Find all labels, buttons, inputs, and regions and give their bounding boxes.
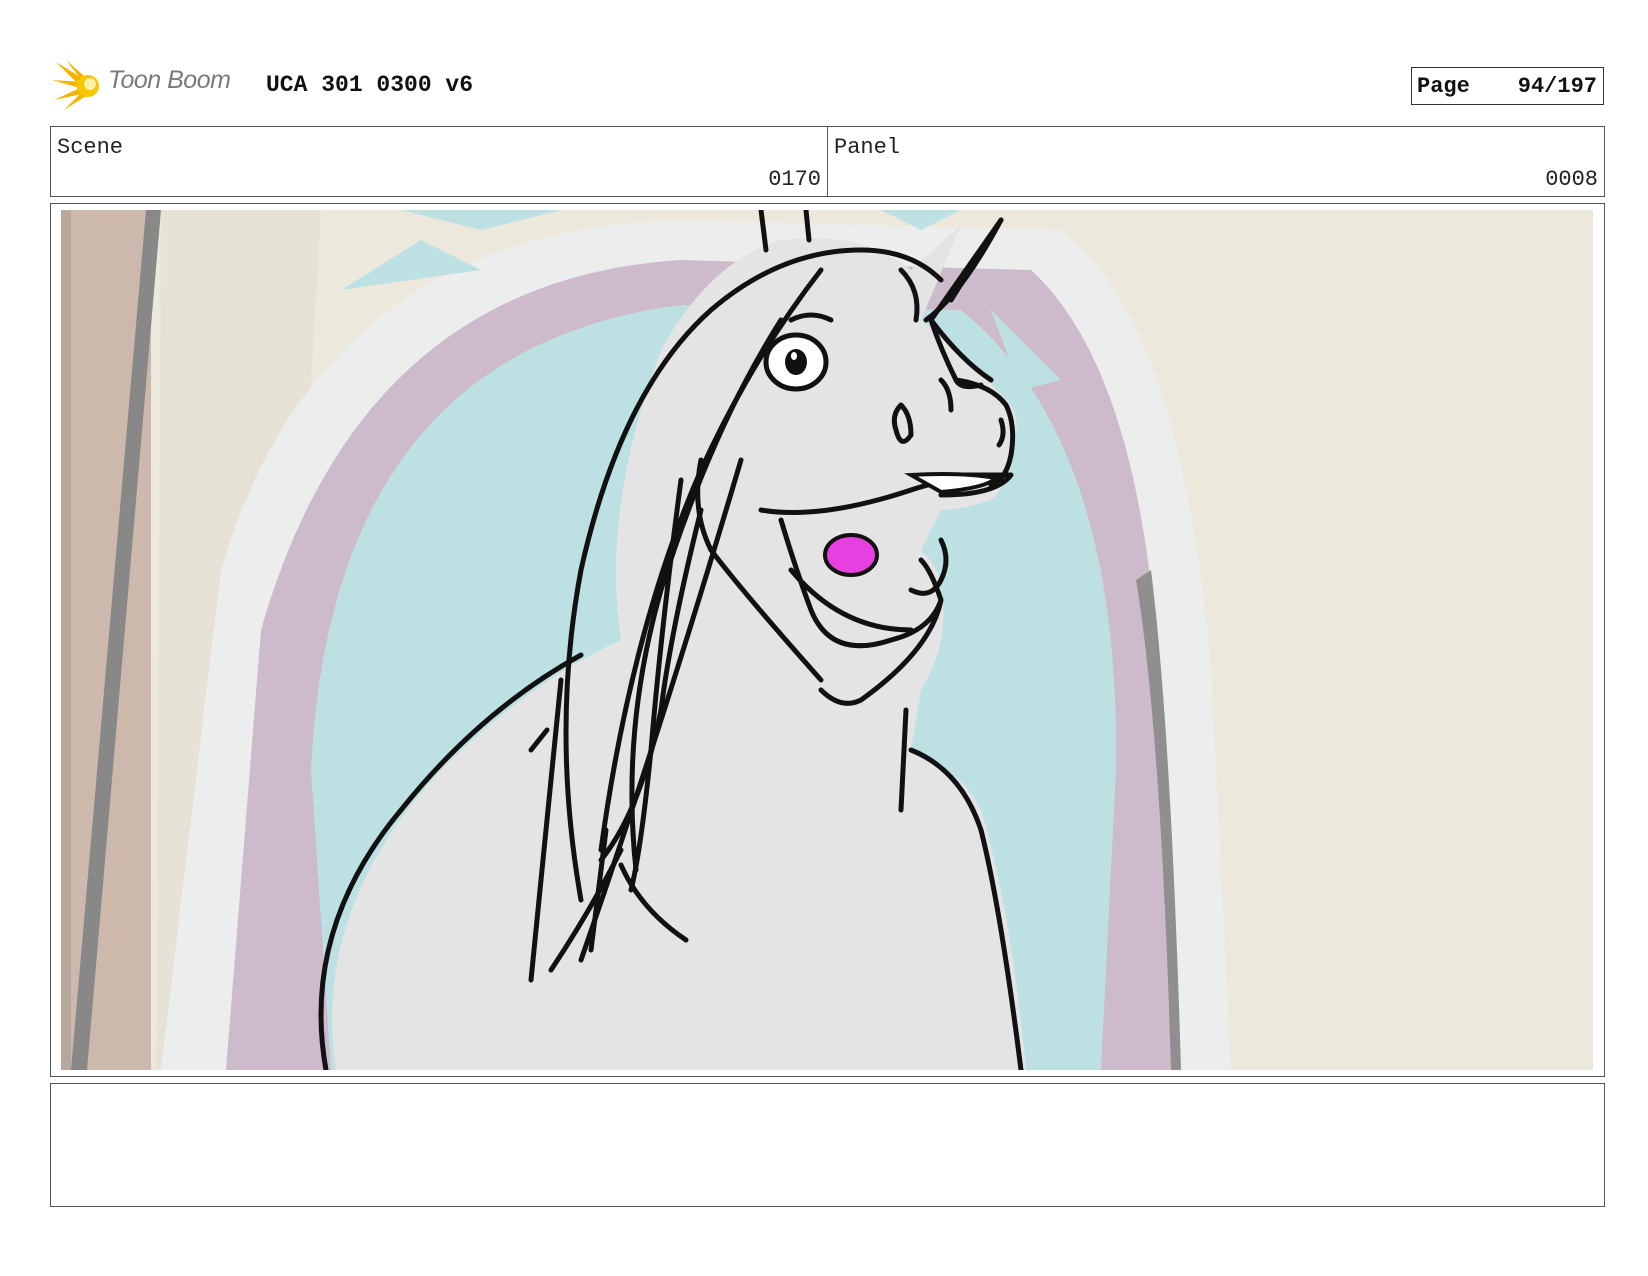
project-title: UCA 301 0300 v6 xyxy=(266,72,474,98)
scene-number: 0170 xyxy=(768,167,821,192)
scene-label: Scene xyxy=(57,135,124,160)
panel-cell: Panel 0008 xyxy=(827,127,1604,196)
scene-panel-info: Scene 0170 Panel 0008 xyxy=(50,126,1605,197)
page-indicator: Page 94/197 xyxy=(1411,67,1604,105)
panel-label: Panel xyxy=(834,135,901,160)
page-number: 94/197 xyxy=(1517,73,1597,99)
panel-notes-box[interactable] xyxy=(50,1083,1605,1207)
unicorn-sketch-image xyxy=(61,210,1593,1070)
unicorn-tongue xyxy=(823,533,879,577)
panel-number: 0008 xyxy=(1545,167,1598,192)
storyboard-artwork xyxy=(61,210,1593,1070)
unicorn-eye xyxy=(763,332,829,392)
toon-boom-logo: Toon Boom xyxy=(52,58,252,112)
page-label: Page xyxy=(1417,73,1470,99)
sun-burst-icon xyxy=(52,60,99,110)
logo-text: Toon Boom xyxy=(108,66,231,94)
scene-cell: Scene 0170 xyxy=(51,127,827,196)
